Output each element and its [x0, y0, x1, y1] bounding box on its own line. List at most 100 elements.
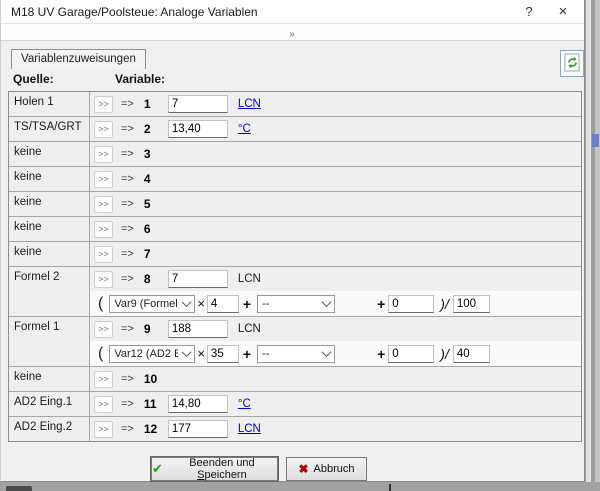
close-icon[interactable]: ×	[546, 0, 580, 23]
panel-expander-button[interactable]: »	[279, 27, 306, 42]
source-label: AD2 Eing.2	[9, 417, 90, 441]
save-and-exit-button[interactable]: ✔ Beenden und Speichern	[151, 457, 278, 481]
formula-variable2-select[interactable]: --	[257, 295, 335, 313]
source-label: keine	[9, 242, 90, 266]
x-icon: ✖	[298, 462, 308, 476]
table-row: AD2 Eing.2 >> => 12 LCN	[9, 417, 581, 441]
close-paren-divide: )/	[440, 296, 449, 312]
column-header-variable: Variable:	[115, 72, 165, 86]
multiply-operator: ×	[197, 296, 205, 311]
value-input[interactable]	[168, 320, 228, 338]
value-input[interactable]	[168, 270, 228, 288]
background-bottom-strip	[0, 482, 600, 491]
source-label: keine	[9, 192, 90, 216]
background-artifact	[389, 484, 391, 491]
value-input[interactable]	[168, 395, 228, 413]
multiply-operator: ×	[197, 346, 205, 361]
source-label: Formel 1	[9, 317, 90, 366]
variable-number: 12	[144, 422, 166, 436]
value-input[interactable]	[168, 95, 228, 113]
table-row: Holen 1 >> => 1 LCN	[9, 92, 581, 117]
chevron-down-icon	[182, 347, 192, 357]
column-header-quelle: Quelle:	[13, 72, 54, 86]
assign-arrow: =>	[121, 123, 134, 135]
unit-link[interactable]: °C	[238, 123, 251, 135]
variable-number: 2	[144, 122, 166, 136]
assign-arrow: =>	[121, 198, 134, 210]
unit-link[interactable]: LCN	[238, 98, 261, 110]
table-row: keine >> => 6	[9, 217, 581, 242]
plus-operator: +	[243, 296, 251, 312]
factor-input[interactable]	[207, 345, 239, 363]
row-expand-button[interactable]: >>	[94, 96, 113, 113]
variable-number: 9	[144, 322, 166, 336]
source-label: keine	[9, 367, 90, 391]
table-row: TS/TSA/GRT >> => 2 °C	[9, 117, 581, 142]
table-row: AD2 Eing.1 >> => 11 °C	[9, 392, 581, 417]
row-expand-button[interactable]: >>	[94, 246, 113, 263]
formula-variable-select[interactable]: Var9 (Formel 1	[109, 295, 195, 313]
row-expand-button[interactable]: >>	[94, 171, 113, 188]
cancel-button[interactable]: ✖ Abbruch	[286, 457, 367, 481]
background-artifact	[592, 134, 599, 147]
variable-number: 4	[144, 172, 166, 186]
formula-variable-select[interactable]: Var12 (AD2 Ei	[109, 345, 195, 363]
help-button[interactable]: ?	[512, 0, 546, 23]
row-expand-button[interactable]: >>	[94, 271, 113, 288]
variable-number: 1	[144, 97, 166, 111]
value-input[interactable]	[168, 120, 228, 138]
chevron-down-icon	[322, 297, 332, 307]
row-expand-button[interactable]: >>	[94, 196, 113, 213]
tab-variablenzuweisungen[interactable]: Variablenzuweisungen	[11, 49, 146, 69]
unit-link[interactable]: °C	[238, 398, 251, 410]
divisor-input[interactable]	[453, 345, 490, 363]
table-row: keine >> => 5	[9, 192, 581, 217]
assign-arrow: =>	[121, 98, 134, 110]
offset-input[interactable]	[388, 295, 434, 313]
assign-arrow: =>	[121, 148, 134, 160]
row-expand-button[interactable]: >>	[94, 121, 113, 138]
divisor-input[interactable]	[453, 295, 490, 313]
unit-link[interactable]: LCN	[238, 423, 261, 435]
unit-label: LCN	[238, 323, 261, 335]
screen: M18 UV Garage/Poolsteue: Analoge Variabl…	[0, 0, 600, 491]
assign-arrow: =>	[121, 323, 134, 335]
assign-arrow: =>	[121, 223, 134, 235]
row-expand-button[interactable]: >>	[94, 371, 113, 388]
row-expand-button[interactable]: >>	[94, 421, 113, 438]
background-artifact	[6, 486, 32, 491]
chevron-down-icon	[182, 297, 192, 307]
open-paren: (	[98, 345, 103, 363]
row-expand-button[interactable]: >>	[94, 146, 113, 163]
row-expand-button[interactable]: >>	[94, 321, 113, 338]
value-input[interactable]	[168, 420, 228, 438]
table-row: Formel 1 >> => 9 LCN ( Var12 (AD2 Ei × +…	[9, 317, 581, 367]
variable-number: 8	[144, 272, 166, 286]
plus-operator: +	[243, 346, 251, 362]
refresh-button[interactable]	[560, 50, 584, 77]
source-label: AD2 Eing.1	[9, 392, 90, 416]
source-label: Holen 1	[9, 92, 90, 116]
assign-arrow: =>	[121, 373, 134, 385]
source-label: Formel 2	[9, 267, 90, 316]
assign-arrow: =>	[121, 273, 134, 285]
formula-variable2-select[interactable]: --	[257, 345, 335, 363]
offset-input[interactable]	[388, 345, 434, 363]
table-row: keine >> => 3	[9, 142, 581, 167]
assign-arrow: =>	[121, 423, 134, 435]
row-expand-button[interactable]: >>	[94, 396, 113, 413]
source-label: keine	[9, 217, 90, 241]
table-row: keine >> => 4	[9, 167, 581, 192]
plus-operator: +	[377, 346, 385, 362]
titlebar: M18 UV Garage/Poolsteue: Analoge Variabl…	[1, 0, 584, 24]
assign-arrow: =>	[121, 173, 134, 185]
window-title: M18 UV Garage/Poolsteue: Analoge Variabl…	[1, 5, 512, 19]
assign-arrow: =>	[121, 248, 134, 260]
variable-number: 3	[144, 147, 166, 161]
row-expand-button[interactable]: >>	[94, 221, 113, 238]
table-row: Formel 2 >> => 8 LCN ( Var9 (Formel 1 × …	[9, 267, 581, 317]
open-paren: (	[98, 295, 103, 313]
assign-arrow: =>	[121, 398, 134, 410]
source-label: keine	[9, 167, 90, 191]
factor-input[interactable]	[207, 295, 239, 313]
